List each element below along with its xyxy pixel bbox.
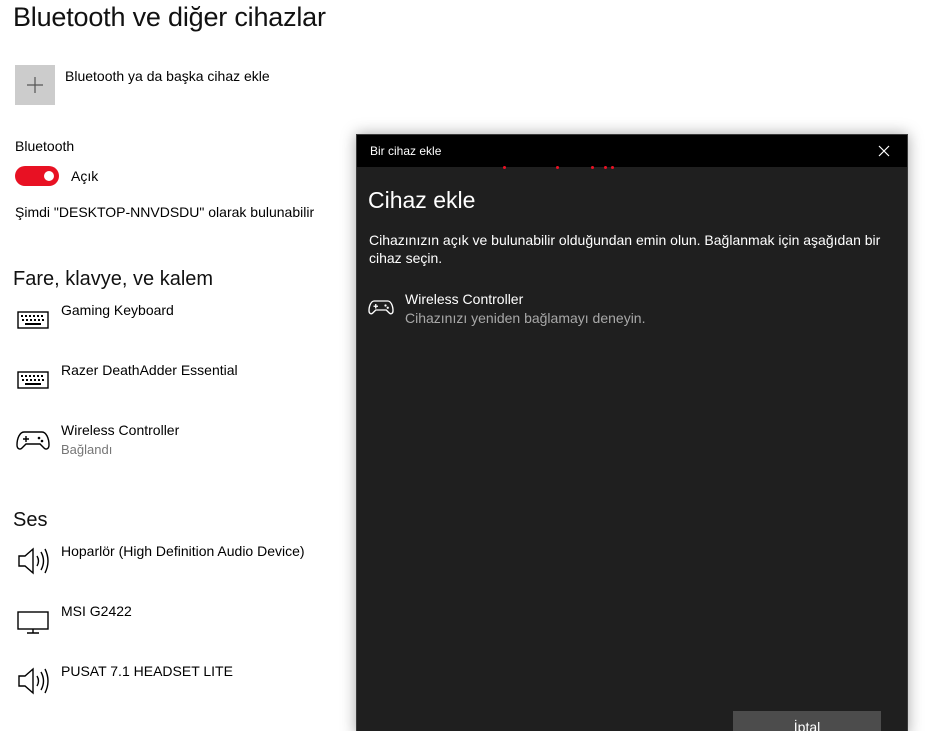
bluetooth-toggle[interactable] — [15, 166, 59, 186]
device-item-msi-g2422[interactable]: MSI G2422 — [15, 603, 345, 647]
device-name: Razer DeathAdder Essential — [61, 362, 238, 378]
settings-page: Bluetooth ve diğer cihazlar Bluetooth ya… — [0, 0, 940, 731]
keyboard-icon — [15, 362, 51, 398]
input-devices-heading: Fare, klavye, ve kalem — [13, 268, 214, 290]
device-item-wireless-controller[interactable]: Wireless Controller Bağlandı — [15, 422, 345, 466]
device-name: MSI G2422 — [61, 603, 132, 619]
device-name: Gaming Keyboard — [61, 302, 174, 318]
plus-icon — [27, 77, 43, 93]
audio-devices-heading: Ses — [13, 509, 48, 531]
device-name: PUSAT 7.1 HEADSET LITE — [61, 663, 233, 679]
device-item-gaming-keyboard[interactable]: Gaming Keyboard — [15, 302, 345, 346]
dialog-titlebar[interactable]: Bir cihaz ekle — [357, 135, 907, 167]
bluetooth-label: Bluetooth — [15, 138, 75, 154]
device-status: Bağlandı — [61, 442, 113, 457]
progress-dot — [556, 166, 559, 169]
keyboard-icon — [15, 302, 51, 338]
progress-dot — [503, 166, 506, 169]
speaker-icon — [15, 543, 51, 579]
dialog-device-status: Cihazınızı yeniden bağlamayı deneyin. — [405, 310, 646, 326]
page-title: Bluetooth ve diğer cihazlar — [13, 2, 326, 32]
gamepad-icon — [15, 422, 51, 458]
progress-dot — [611, 166, 614, 169]
device-item-razer-deathadder[interactable]: Razer DeathAdder Essential — [15, 362, 345, 406]
gamepad-icon — [367, 293, 395, 321]
toggle-knob — [44, 171, 54, 181]
device-item-hoparlor[interactable]: Hoparlör (High Definition Audio Device) — [15, 543, 345, 587]
device-name: Hoparlör (High Definition Audio Device) — [61, 543, 305, 559]
dialog-device-wireless-controller[interactable]: Wireless Controller Cihazınızı yeniden b… — [367, 291, 887, 331]
dialog-window-title: Bir cihaz ekle — [370, 144, 442, 158]
monitor-icon — [15, 603, 51, 639]
cancel-button[interactable]: İptal — [733, 711, 881, 731]
dialog-device-name: Wireless Controller — [405, 291, 524, 307]
add-device-button[interactable] — [15, 65, 55, 105]
progress-dot — [591, 166, 594, 169]
progress-dot — [604, 166, 607, 169]
add-device-label[interactable]: Bluetooth ya da başka cihaz ekle — [65, 68, 270, 84]
close-icon — [878, 145, 890, 157]
dialog-heading: Cihaz ekle — [368, 187, 476, 213]
bluetooth-state-label: Açık — [71, 168, 99, 184]
device-item-pusat-headset[interactable]: PUSAT 7.1 HEADSET LITE — [15, 663, 345, 707]
dialog-description: Cihazınızın açık ve bulunabilir olduğund… — [369, 232, 881, 266]
dialog-close-button[interactable] — [861, 135, 907, 167]
device-name: Wireless Controller — [61, 422, 180, 438]
speaker-icon — [15, 663, 51, 699]
add-device-dialog: Bir cihaz ekle Cihaz ekle Cihazınızın aç… — [356, 134, 908, 731]
discoverable-text: Şimdi "DESKTOP-NNVDSDU" olarak bulunabil… — [15, 204, 315, 220]
